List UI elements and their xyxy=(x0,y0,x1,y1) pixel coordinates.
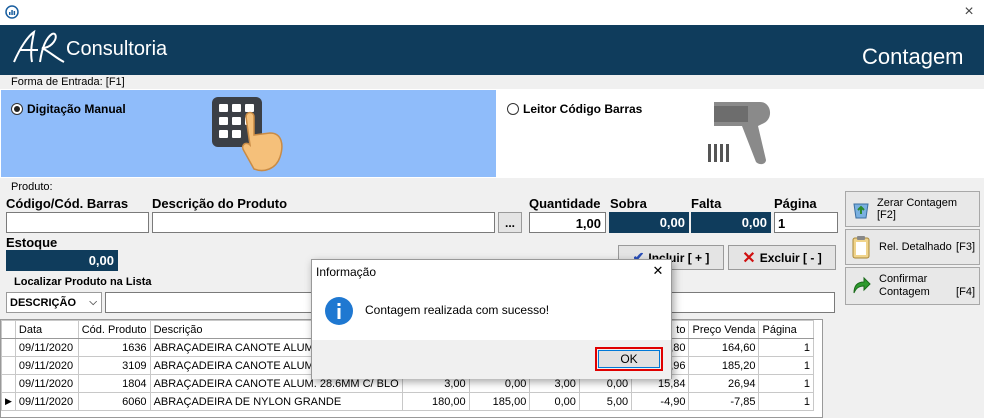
window-titlebar xyxy=(0,0,984,25)
zerar-contagem-button[interactable]: Zerar Contagem [F2] xyxy=(845,191,980,227)
window-close-button[interactable]: × xyxy=(958,2,980,22)
cell-desc: ABRAÇADEIRA DE NYLON GRANDE xyxy=(149,392,403,411)
falta-header: Falta xyxy=(691,196,722,211)
screen-title: Contagem xyxy=(862,44,964,69)
exclude-button[interactable]: ✕ Excluir [ - ] xyxy=(728,245,836,270)
cell-date: 09/11/2020 xyxy=(14,392,79,411)
x-icon: ✕ xyxy=(742,249,756,267)
relatorio-detalhado-key: [F3] xyxy=(956,241,975,253)
quantity-header: Quantidade xyxy=(529,196,601,211)
dialog-footer: OK xyxy=(312,340,671,379)
cell-page: 1 xyxy=(758,338,814,357)
code-input[interactable] xyxy=(6,212,149,233)
dialog-title: Informação xyxy=(316,265,377,279)
relatorio-detalhado-label: Rel. Detalhado xyxy=(879,241,952,253)
cell-code: 1804 xyxy=(77,374,151,393)
dialog-close-button[interactable]: ✕ xyxy=(649,263,667,281)
cell-code: 1636 xyxy=(77,338,151,357)
cell-6: 0,00 xyxy=(529,392,580,411)
stock-value: 0,00 xyxy=(6,250,118,271)
cell-4: 180,00 xyxy=(401,392,470,411)
radio-unselected-icon xyxy=(507,103,519,115)
cell-cost: -4,90 xyxy=(631,392,690,411)
cell-price: 185,20 xyxy=(688,356,760,375)
row-pointer-icon[interactable]: ▶ xyxy=(1,392,16,411)
dialog-message: Contagem realizada com sucesso! xyxy=(365,303,550,317)
info-icon xyxy=(325,297,353,325)
confirmar-contagem-key: [F4] xyxy=(956,286,975,298)
falta-value: 0,00 xyxy=(691,212,771,233)
company-logo-icon xyxy=(13,29,65,63)
search-field-select[interactable]: DESCRIÇÃO ⌵ xyxy=(6,292,102,313)
ok-highlight: OK xyxy=(595,347,663,371)
confirmar-line1: Confirmar xyxy=(879,273,928,285)
description-header: Descrição do Produto xyxy=(152,196,288,211)
browse-product-button[interactable]: ... xyxy=(498,212,522,233)
green-arrow-icon xyxy=(853,276,871,294)
row-selector-header xyxy=(1,320,16,339)
product-group-label: Produto: xyxy=(11,181,53,193)
col-code[interactable]: Cód. Produto xyxy=(77,320,151,339)
brand-name: Consultoria xyxy=(66,38,168,60)
barcode-scanner-icon xyxy=(708,102,771,165)
cell-page: 1 xyxy=(758,356,814,375)
cell-date: 09/11/2020 xyxy=(14,374,79,393)
entry-group-label: Forma de Entrada: [F1] xyxy=(11,76,125,88)
chevron-down-icon: ⌵ xyxy=(89,297,97,308)
cell-code: 3109 xyxy=(77,356,151,375)
page-input[interactable]: 1 xyxy=(774,212,838,233)
exclude-label: Excluir [ - ] xyxy=(759,250,822,265)
col-page[interactable]: Página xyxy=(758,320,814,339)
code-header: Código/Cód. Barras xyxy=(6,196,129,211)
cell-page: 1 xyxy=(758,392,814,411)
cell-5: 185,00 xyxy=(468,392,531,411)
row-selector[interactable] xyxy=(1,356,16,375)
description-input[interactable] xyxy=(152,212,495,233)
manual-entry-radio[interactable]: Digitação Manual xyxy=(11,102,126,116)
cell-7: 5,00 xyxy=(578,392,633,411)
row-selector[interactable] xyxy=(1,338,16,357)
radio-selected-icon xyxy=(11,103,23,115)
cell-date: 09/11/2020 xyxy=(14,338,79,357)
quantity-input[interactable]: 1,00 xyxy=(529,212,606,233)
ok-button[interactable]: OK xyxy=(598,350,660,368)
cell-price: 164,60 xyxy=(688,338,760,357)
search-field-value: DESCRIÇÃO xyxy=(10,296,77,309)
cell-page: 1 xyxy=(758,374,814,393)
zerar-contagem-label: Zerar Contagem [F2] xyxy=(876,197,958,221)
confirmar-contagem-text: Confirmar Contagem xyxy=(879,273,930,299)
search-label: Localizar Produto na Lista xyxy=(14,276,152,288)
manual-entry-label: Digitação Manual xyxy=(27,102,126,116)
col-price[interactable]: Preço Venda xyxy=(688,320,760,339)
page-header: Página xyxy=(774,196,817,211)
barcode-entry-radio[interactable]: Leitor Código Barras xyxy=(507,102,642,116)
barcode-entry-label: Leitor Código Barras xyxy=(523,102,643,116)
row-selector[interactable] xyxy=(1,374,16,393)
sobra-value: 0,00 xyxy=(609,212,689,233)
cell-code: 6060 xyxy=(77,392,151,411)
clipboard-icon xyxy=(852,236,870,259)
info-dialog: Informação ✕ Contagem realizada com suce… xyxy=(311,259,672,379)
cell-price: 26,94 xyxy=(688,374,760,393)
app-icon xyxy=(5,5,19,19)
table-row-current[interactable]: ▶ 09/11/2020 6060 ABRAÇADEIRA DE NYLON G… xyxy=(1,392,814,411)
sobra-header: Sobra xyxy=(610,196,647,211)
recycle-bin-icon xyxy=(853,203,869,219)
relatorio-detalhado-button[interactable]: Rel. Detalhado [F3] xyxy=(845,229,980,265)
confirmar-contagem-button[interactable]: Confirmar Contagem [F4] xyxy=(845,267,980,305)
col-date[interactable]: Data xyxy=(14,320,79,339)
cell-date: 09/11/2020 xyxy=(14,356,79,375)
cell-price: -7,85 xyxy=(688,392,760,411)
stock-header: Estoque xyxy=(6,235,58,250)
keypad-hand-icon xyxy=(212,97,283,172)
confirmar-line2: Contagem xyxy=(879,286,930,298)
